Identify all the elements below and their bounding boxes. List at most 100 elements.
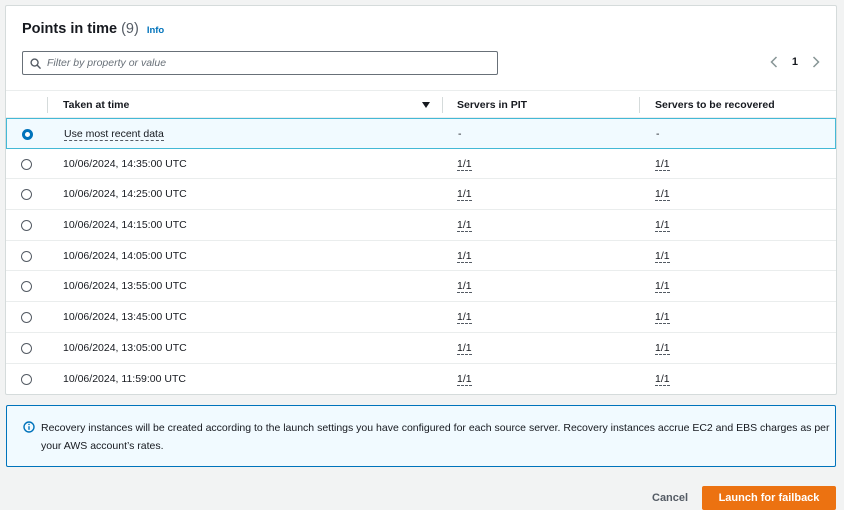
table-row[interactable]: 10/06/2024, 14:25:00 UTC 1/1 1/1 — [6, 179, 836, 211]
servers-to-recover-text[interactable]: 1/1 — [655, 250, 670, 263]
servers-in-pit-cell: 1/1 — [457, 364, 472, 394]
row-radio-button[interactable] — [21, 312, 32, 324]
alert-message: Recovery instances will be created accor… — [41, 422, 830, 452]
column-header-taken-at[interactable]: Taken at time — [63, 91, 129, 119]
column-divider — [442, 97, 443, 113]
taken-at-cell: 10/06/2024, 14:35:00 UTC — [63, 149, 187, 179]
column-header-servers-in-pit: Servers in PIT — [457, 99, 528, 111]
servers-in-pit-cell: 1/1 — [457, 302, 472, 332]
taken-at-text: 10/06/2024, 13:05:00 UTC — [63, 341, 187, 354]
taken-at-text: 10/06/2024, 13:55:00 UTC — [63, 280, 187, 293]
column-divider — [639, 97, 640, 113]
row-radio-button[interactable] — [21, 220, 32, 232]
chevron-right-icon — [812, 56, 820, 68]
column-header-servers-to-recover: Servers to be recovered — [655, 99, 775, 111]
servers-in-pit-text[interactable]: 1/1 — [457, 342, 472, 355]
servers-in-pit-cell: 1/1 — [457, 241, 472, 271]
info-alert: Recovery instances will be created accor… — [6, 405, 836, 467]
table-row[interactable]: 10/06/2024, 13:45:00 UTC 1/1 1/1 — [6, 302, 836, 333]
servers-to-recover-cell: 1/1 — [655, 271, 670, 301]
servers-to-recover-cell: 1/1 — [655, 179, 670, 209]
row-radio-button[interactable] — [21, 281, 32, 293]
servers-to-recover-text: - — [656, 128, 660, 140]
servers-to-recover-text[interactable]: 1/1 — [655, 373, 670, 386]
servers-to-recover-cell: - — [656, 119, 660, 149]
servers-to-recover-text[interactable]: 1/1 — [655, 188, 670, 202]
servers-to-recover-cell: 1/1 — [655, 302, 670, 332]
taken-at-cell: Use most recent data — [64, 119, 164, 149]
servers-to-recover-cell: 1/1 — [655, 210, 670, 240]
table-header: Taken at time Servers in PIT Servers to … — [6, 90, 836, 118]
servers-in-pit-text: - — [458, 128, 462, 140]
servers-in-pit-cell: 1/1 — [457, 333, 472, 363]
taken-at-cell: 10/06/2024, 14:05:00 UTC — [63, 241, 187, 271]
row-radio-button[interactable] — [21, 342, 32, 354]
table-row[interactable]: 10/06/2024, 11:59:00 UTC 1/1 1/1 — [6, 364, 836, 395]
servers-in-pit-text[interactable]: 1/1 — [457, 250, 472, 263]
cancel-button[interactable]: Cancel — [646, 487, 694, 509]
table-row[interactable]: 10/06/2024, 14:05:00 UTC 1/1 1/1 — [6, 241, 836, 272]
page-number[interactable]: 1 — [792, 56, 798, 68]
table-row[interactable]: Use most recent data - - — [6, 118, 836, 149]
sort-descending-icon[interactable] — [422, 102, 430, 108]
taken-at-cell: 10/06/2024, 14:15:00 UTC — [63, 210, 187, 240]
taken-at-cell: 10/06/2024, 13:05:00 UTC — [63, 333, 187, 363]
taken-at-text: 10/06/2024, 14:35:00 UTC — [63, 157, 187, 170]
taken-at-text: 10/06/2024, 13:45:00 UTC — [63, 311, 187, 324]
taken-at-cell: 10/06/2024, 14:25:00 UTC — [63, 179, 187, 209]
row-radio-button[interactable] — [22, 129, 33, 140]
taken-at-text: 10/06/2024, 14:15:00 UTC — [63, 219, 187, 232]
servers-in-pit-text[interactable]: 1/1 — [457, 311, 472, 325]
info-circle-icon — [23, 421, 35, 433]
table-row[interactable]: 10/06/2024, 13:55:00 UTC 1/1 1/1 — [6, 271, 836, 303]
points-in-time-panel: Points in time (9) Info 1 Taken at time … — [5, 5, 837, 395]
table-row[interactable]: 10/06/2024, 14:15:00 UTC 1/1 1/1 — [6, 210, 836, 241]
search-icon — [30, 57, 41, 69]
servers-in-pit-cell: 1/1 — [457, 149, 472, 179]
item-count: (9) — [121, 21, 139, 37]
row-radio-button[interactable] — [21, 250, 32, 262]
servers-in-pit-cell: 1/1 — [457, 271, 472, 301]
servers-to-recover-cell: 1/1 — [655, 333, 670, 363]
servers-to-recover-text[interactable]: 1/1 — [655, 158, 670, 171]
servers-to-recover-cell: 1/1 — [655, 364, 670, 394]
launch-for-failback-button[interactable]: Launch for failback — [702, 486, 836, 510]
table-row[interactable]: 10/06/2024, 14:35:00 UTC 1/1 1/1 — [6, 149, 836, 180]
panel-header: Points in time (9) Info — [22, 21, 164, 37]
info-link[interactable]: Info — [147, 25, 164, 36]
servers-in-pit-text[interactable]: 1/1 — [457, 280, 472, 294]
filter-input[interactable] — [47, 57, 487, 69]
taken-at-text: 10/06/2024, 11:59:00 UTC — [63, 372, 186, 385]
servers-in-pit-text[interactable]: 1/1 — [457, 373, 472, 386]
taken-at-text[interactable]: Use most recent data — [64, 128, 164, 141]
table-row[interactable]: 10/06/2024, 13:05:00 UTC 1/1 1/1 — [6, 333, 836, 364]
servers-to-recover-cell: 1/1 — [655, 149, 670, 179]
taken-at-text: 10/06/2024, 14:25:00 UTC — [63, 188, 187, 201]
previous-page-button[interactable] — [770, 56, 778, 68]
column-divider — [47, 97, 48, 113]
servers-in-pit-text[interactable]: 1/1 — [457, 188, 472, 202]
servers-to-recover-text[interactable]: 1/1 — [655, 280, 670, 294]
row-radio-button[interactable] — [21, 189, 32, 201]
servers-in-pit-cell: - — [458, 119, 462, 149]
row-radio-button[interactable] — [21, 158, 32, 170]
table-body: Use most recent data - - 10/06/2024, 14:35:… — [6, 118, 836, 394]
taken-at-cell: 10/06/2024, 11:59:00 UTC — [63, 364, 186, 394]
servers-to-recover-text[interactable]: 1/1 — [655, 311, 670, 325]
servers-in-pit-text[interactable]: 1/1 — [457, 219, 472, 233]
servers-in-pit-text[interactable]: 1/1 — [457, 158, 472, 171]
filter-box[interactable] — [22, 51, 498, 75]
next-page-button[interactable] — [812, 56, 820, 68]
taken-at-cell: 10/06/2024, 13:45:00 UTC — [63, 302, 187, 332]
panel-title: Points in time — [22, 21, 118, 37]
taken-at-cell: 10/06/2024, 13:55:00 UTC — [63, 271, 187, 301]
servers-to-recover-text[interactable]: 1/1 — [655, 342, 670, 355]
servers-to-recover-text[interactable]: 1/1 — [655, 219, 670, 233]
servers-in-pit-cell: 1/1 — [457, 179, 472, 209]
taken-at-text: 10/06/2024, 14:05:00 UTC — [63, 249, 187, 262]
chevron-left-icon — [770, 56, 777, 68]
pagination: 1 — [770, 56, 820, 68]
servers-in-pit-cell: 1/1 — [457, 210, 472, 240]
row-radio-button[interactable] — [21, 373, 32, 385]
servers-to-recover-cell: 1/1 — [655, 241, 670, 271]
